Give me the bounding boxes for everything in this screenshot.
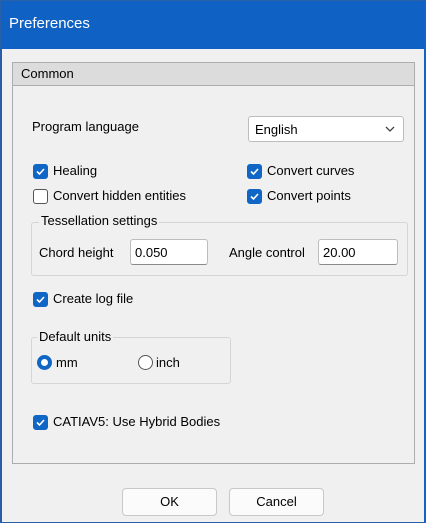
mm-radio[interactable]: [37, 355, 52, 370]
title-bar[interactable]: Preferences: [1, 1, 425, 49]
check-icon: [250, 193, 259, 201]
create-log-file-checkbox[interactable]: [33, 292, 48, 307]
check-icon: [36, 419, 45, 427]
catia-hybrid-bodies-checkbox[interactable]: [33, 415, 48, 430]
create-log-file-label: Create log file: [53, 291, 134, 306]
program-language-value: English: [255, 122, 298, 137]
program-language-label: Program language: [32, 119, 139, 134]
window-title: Preferences: [9, 15, 90, 32]
common-panel: Common Program language English Healing …: [12, 62, 415, 464]
cancel-button[interactable]: Cancel: [229, 488, 324, 516]
angle-control-input[interactable]: 20.00: [318, 239, 398, 265]
check-icon: [250, 168, 259, 176]
preferences-window: Preferences Common Program language Engl…: [0, 0, 426, 523]
angle-control-label: Angle control: [229, 245, 305, 260]
mm-label: mm: [56, 355, 78, 370]
convert-curves-checkbox[interactable]: [247, 164, 262, 179]
convert-hidden-entities-checkbox[interactable]: [33, 189, 48, 204]
healing-checkbox[interactable]: [33, 164, 48, 179]
inch-radio[interactable]: [138, 355, 153, 370]
chord-height-label: Chord height: [39, 245, 114, 260]
program-language-select[interactable]: English: [248, 116, 404, 142]
angle-control-value: 20.00: [323, 245, 356, 260]
dialog-body: Common Program language English Healing …: [2, 49, 424, 522]
convert-points-checkbox[interactable]: [247, 189, 262, 204]
healing-label: Healing: [53, 163, 98, 178]
ok-button[interactable]: OK: [122, 488, 217, 516]
convert-hidden-entities-label: Convert hidden entities: [53, 188, 186, 203]
tessellation-group-title: Tessellation settings: [39, 213, 160, 228]
check-icon: [36, 168, 45, 176]
convert-points-label: Convert points: [267, 188, 351, 203]
chevron-down-icon: [385, 126, 395, 132]
panel-header: Common: [13, 63, 414, 86]
chord-height-value: 0.050: [135, 245, 168, 260]
inch-label: inch: [156, 355, 180, 370]
panel-header-label: Common: [21, 66, 74, 81]
chord-height-input[interactable]: 0.050: [130, 239, 208, 265]
default-units-group-title: Default units: [37, 329, 114, 344]
convert-curves-label: Convert curves: [267, 163, 355, 178]
catia-hybrid-bodies-label: CATIAV5: Use Hybrid Bodies: [53, 414, 221, 429]
check-icon: [36, 296, 45, 304]
